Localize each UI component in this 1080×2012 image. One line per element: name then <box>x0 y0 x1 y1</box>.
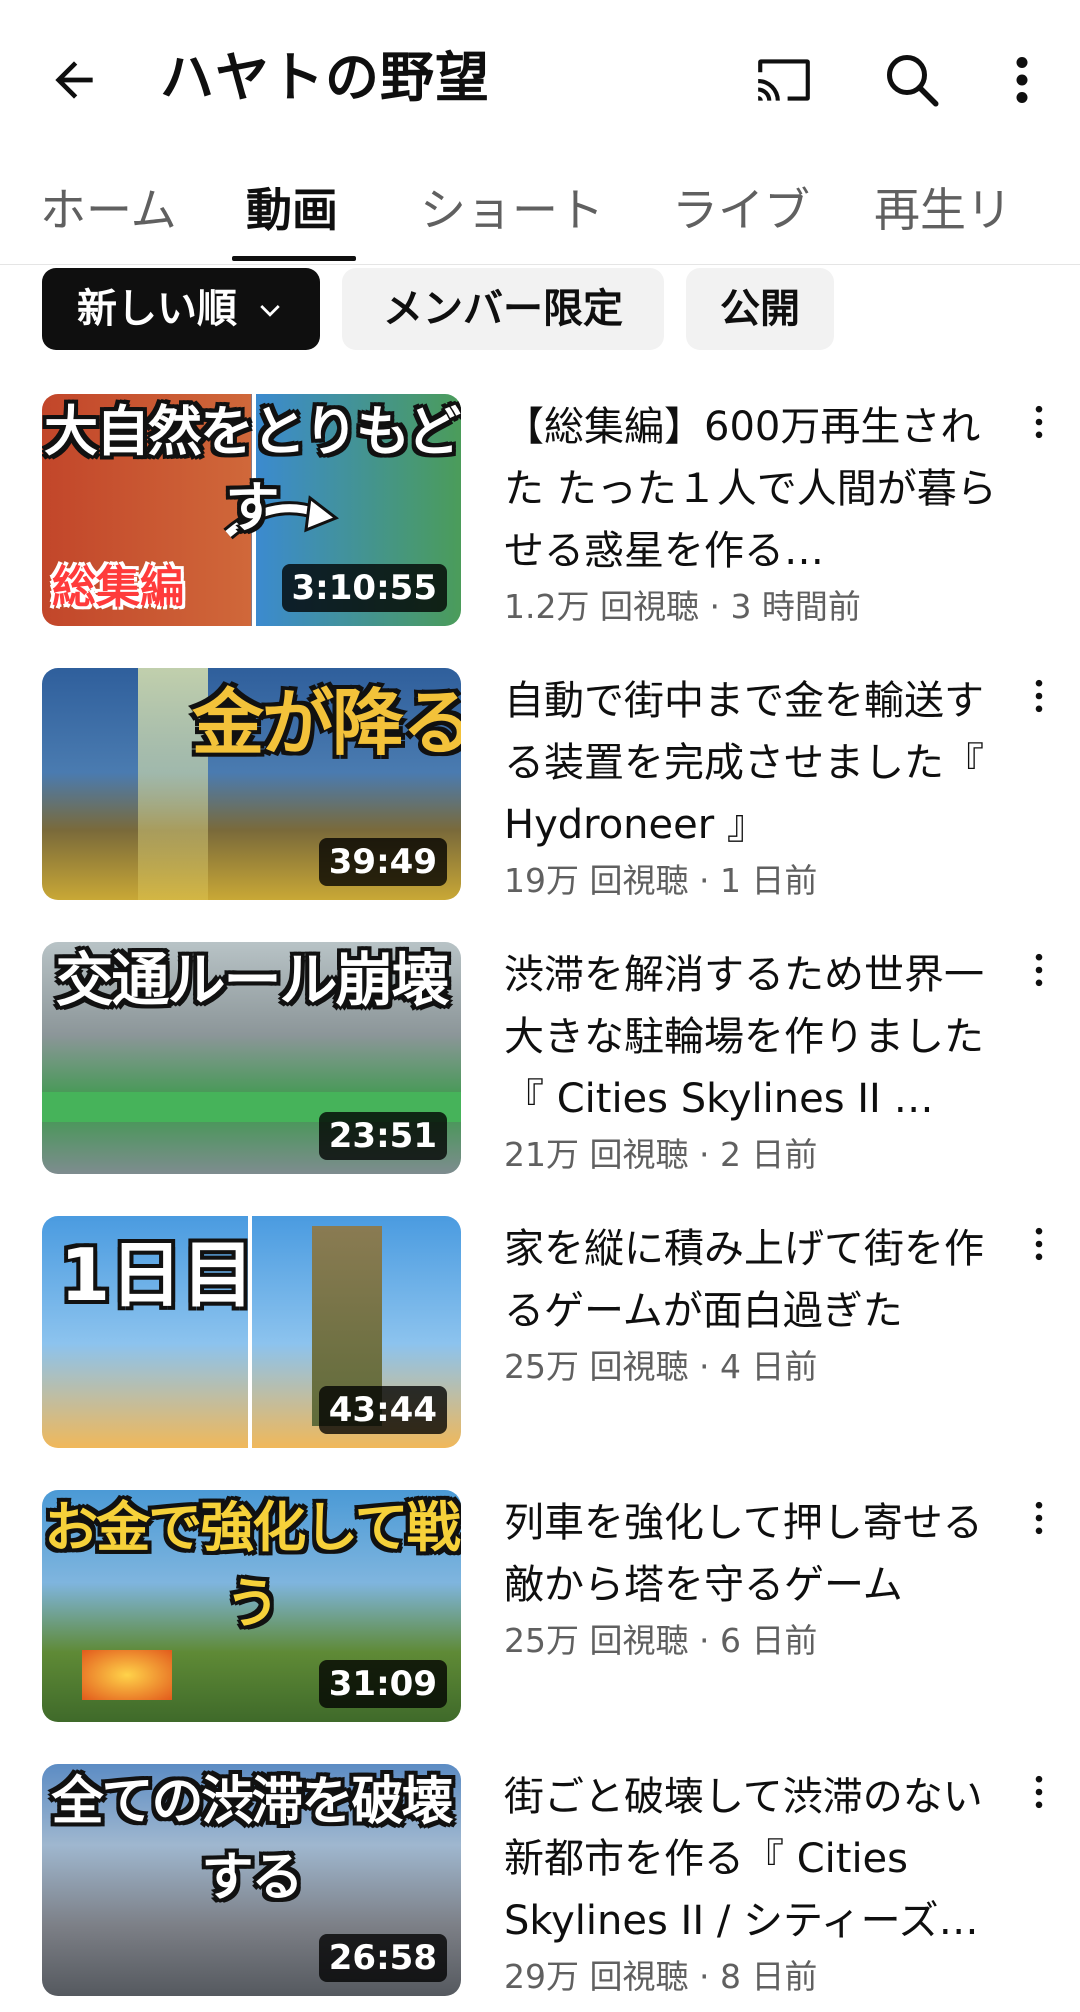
video-meta: 21万 回視聴 · 2 日前 <box>504 1135 818 1174</box>
video-meta: 19万 回視聴 · 1 日前 <box>504 861 818 900</box>
video-more-button[interactable] <box>1022 400 1056 450</box>
video-meta: 25万 回視聴 · 6 日前 <box>504 1621 818 1660</box>
tab-videos[interactable]: 動画 <box>246 170 338 250</box>
tab-live[interactable]: ライブ <box>672 170 810 250</box>
cast-button[interactable] <box>744 40 824 120</box>
search-button[interactable] <box>872 40 952 120</box>
chip-label: 新しい順 <box>77 286 238 332</box>
app-header: ハヤトの野望 <box>0 0 1080 150</box>
video-duration: 26:58 <box>318 1934 447 1982</box>
video-duration: 39:49 <box>318 838 447 886</box>
channel-tabs: ホーム 動画 ショート ライブ 再生リ <box>0 160 1080 265</box>
tab-home[interactable]: ホーム <box>40 170 177 250</box>
tab-playlists[interactable]: 再生リ <box>874 170 1012 250</box>
video-meta: 1.2万 回視聴 · 3 時間前 <box>504 587 861 626</box>
video-title[interactable]: 家を縦に積み上げて街を作るゲームが面白過ぎた <box>504 1218 1004 1342</box>
chevron-down-icon <box>260 305 280 317</box>
chip-members-only[interactable]: メンバー限定 <box>342 268 664 350</box>
video-thumbnail[interactable]: 金が降る 39:49 <box>42 668 461 900</box>
video-thumbnail[interactable]: 交通ルール崩壊 23:51 <box>42 942 461 1174</box>
video-duration: 31:09 <box>318 1660 447 1708</box>
thumbnail-text: 金が降る <box>192 681 461 765</box>
video-title[interactable]: 街ごと破壊して渋滞のない新都市を作る『 Cities Skylines II /… <box>504 1766 1004 1952</box>
video-more-button[interactable] <box>1022 1496 1056 1546</box>
chip-sort-newest[interactable]: 新しい順 <box>42 268 320 350</box>
more-vertical-icon <box>1035 1775 1043 1809</box>
video-duration: 43:44 <box>318 1386 447 1434</box>
video-thumbnail[interactable]: 1日目 43:44 <box>42 1216 461 1448</box>
video-title[interactable]: 【総集編】600万再生された たった１人で人間が暮らせる惑星を作る… <box>504 396 1004 582</box>
video-item[interactable]: 交通ルール崩壊 23:51 渋滞を解消するため世界一大きな駐輪場を作りました『 … <box>0 942 1080 1182</box>
video-title[interactable]: 渋滞を解消するため世界一大きな駐輪場を作りました『 Cities Skyline… <box>504 944 1004 1130</box>
video-duration: 23:51 <box>318 1112 447 1160</box>
channel-title: ハヤトの野望 <box>160 46 490 109</box>
video-item[interactable]: 全ての渋滞を破壊する 26:58 街ごと破壊して渋滞のない新都市を作る『 Cit… <box>0 1764 1080 2004</box>
tab-shorts[interactable]: ショート <box>420 170 604 250</box>
video-title[interactable]: 列車を強化して押し寄せる敵から塔を守るゲーム <box>504 1492 1004 1616</box>
more-vertical-icon <box>1035 679 1043 713</box>
video-item[interactable]: 大自然をとりもどす 総集編 3:10:55 【総集編】600万再生された たった… <box>0 394 1080 634</box>
video-meta: 29万 回視聴 · 8 日前 <box>504 1957 818 1996</box>
thumbnail-text: お金で強化して戦う <box>44 1496 460 1635</box>
more-vertical-icon <box>1035 953 1043 987</box>
thumbnail-text: 1日目 <box>60 1233 255 1317</box>
thumbnail-badge: 総集編 <box>52 562 184 613</box>
more-options-button[interactable] <box>982 40 1062 120</box>
search-icon <box>887 55 939 107</box>
video-item[interactable]: お金で強化して戦う 31:09 列車を強化して押し寄せる敵から塔を守るゲーム 2… <box>0 1490 1080 1730</box>
video-thumbnail[interactable]: 全ての渋滞を破壊する 26:58 <box>42 1764 461 1996</box>
video-more-button[interactable] <box>1022 948 1056 998</box>
filter-chips: 新しい順 メンバー限定 公開 <box>0 266 1080 350</box>
thumbnail-text: 全ての渋滞を破壊する <box>51 1772 453 1908</box>
video-thumbnail[interactable]: 大自然をとりもどす 総集編 3:10:55 <box>42 394 461 626</box>
arrow-left-icon <box>55 61 93 99</box>
video-thumbnail[interactable]: お金で強化して戦う 31:09 <box>42 1490 461 1722</box>
more-vertical-icon <box>1016 57 1028 103</box>
active-tab-indicator <box>232 256 356 261</box>
video-duration: 3:10:55 <box>281 564 447 612</box>
more-vertical-icon <box>1035 1501 1043 1535</box>
video-more-button[interactable] <box>1022 1770 1056 1820</box>
video-more-button[interactable] <box>1022 1222 1056 1272</box>
video-item[interactable]: 金が降る 39:49 自動で街中まで金を輸送する装置を完成させました『 Hydr… <box>0 668 1080 908</box>
cast-icon <box>758 59 810 101</box>
video-title[interactable]: 自動で街中まで金を輸送する装置を完成させました『 Hydroneer 』 <box>504 670 1004 856</box>
thumbnail-text: 交通ルール崩壊 <box>55 946 449 1014</box>
video-item[interactable]: 1日目 43:44 家を縦に積み上げて街を作るゲームが面白過ぎた 25万 回視聴… <box>0 1216 1080 1456</box>
chip-public[interactable]: 公開 <box>686 268 834 350</box>
video-meta: 25万 回視聴 · 4 日前 <box>504 1347 818 1386</box>
more-vertical-icon <box>1035 1227 1043 1261</box>
back-button[interactable] <box>38 44 110 116</box>
video-more-button[interactable] <box>1022 674 1056 724</box>
explosion <box>82 1650 172 1700</box>
thumbnail-text: 大自然をとりもどす <box>44 400 461 539</box>
more-vertical-icon <box>1035 405 1043 439</box>
